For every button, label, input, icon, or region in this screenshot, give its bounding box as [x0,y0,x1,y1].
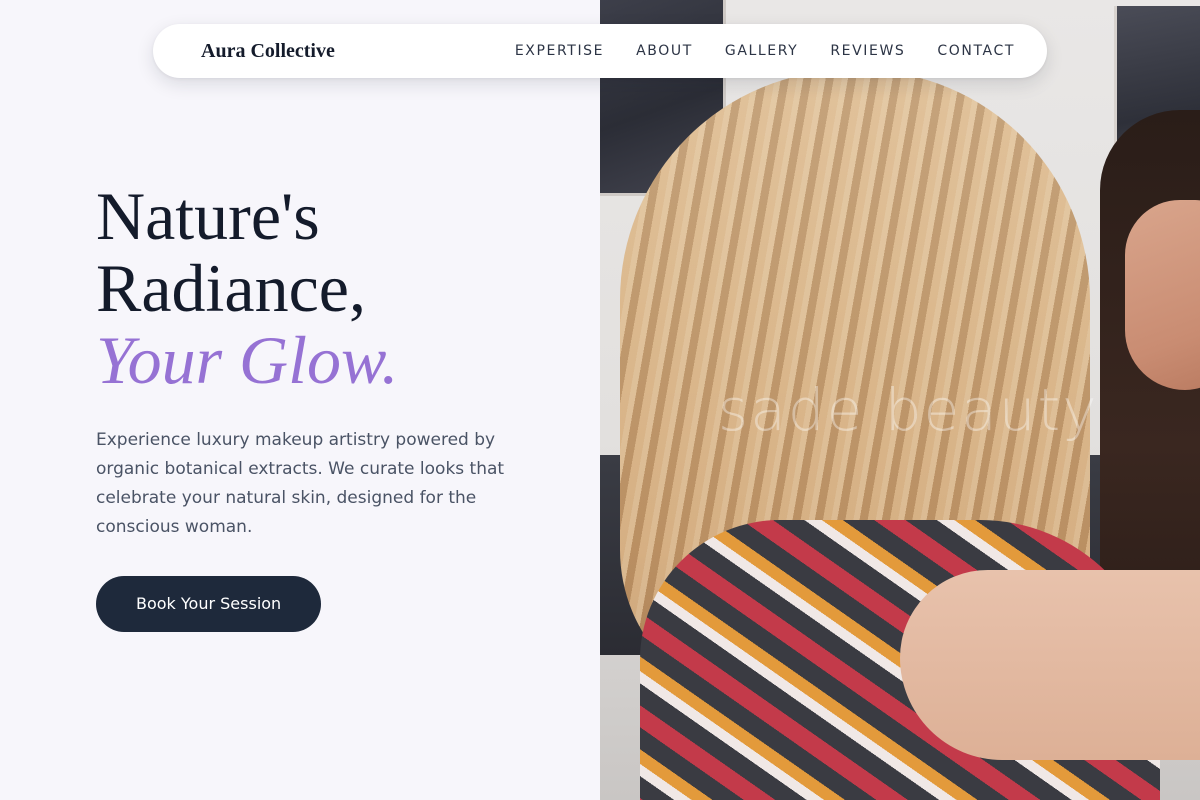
headline-accent: Your Glow. [96,322,399,398]
nav-link-reviews[interactable]: REVIEWS [830,43,905,59]
nav-link-about[interactable]: ABOUT [636,43,693,59]
book-session-button[interactable]: Book Your Session [96,576,322,632]
nav-link-expertise[interactable]: EXPERTISE [515,43,604,59]
artist-arm [900,570,1200,760]
hero-headline: Nature's Radiance, Your Glow. [96,180,556,396]
top-navigation: Aura Collective EXPERTISE ABOUT GALLERY … [153,24,1047,78]
hero-description: Experience luxury makeup artistry powere… [96,430,505,537]
client-face [1125,200,1200,390]
headline-line-2: Radiance, [96,250,366,326]
hero-photo: sade beauty [600,0,1200,800]
nav-link-gallery[interactable]: GALLERY [725,43,798,59]
photo-watermark: sade beauty [718,376,1099,444]
headline-line-1: Nature's [96,178,320,254]
nav-links: EXPERTISE ABOUT GALLERY REVIEWS CONTACT [515,43,1015,59]
nav-link-contact[interactable]: CONTACT [937,43,1015,59]
brand-logo[interactable]: Aura Collective [201,40,335,63]
hero-section: Nature's Radiance, Your Glow. Experience… [96,180,556,632]
